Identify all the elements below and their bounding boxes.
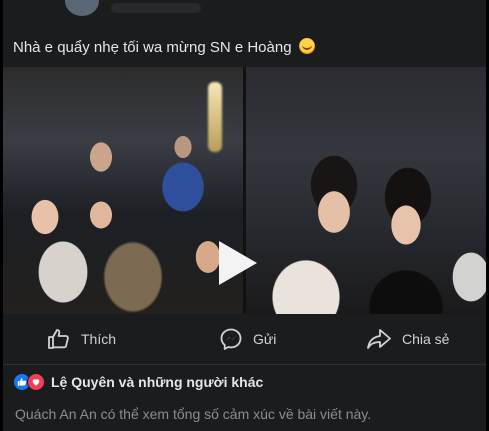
share-button[interactable]: Chia sẻ — [366, 326, 449, 352]
share-arrow-icon — [367, 329, 391, 349]
reactors-text: Lệ Quyên và những người khác — [51, 374, 264, 390]
reactions-visibility-note: Quách An An có thể xem tổng số cảm xúc v… — [15, 406, 372, 422]
post-video[interactable] — [3, 67, 486, 314]
action-bar: Thích Gửi Chia sẻ — [3, 314, 486, 365]
group-photo-left — [3, 67, 243, 314]
caption-text: Nhà e quẩy nhẹ tối wa mừng SN e Hoàng — [13, 39, 292, 56]
author-name-cropped[interactable] — [111, 3, 201, 13]
post-caption: Nhà e quẩy nhẹ tối wa mừng SN e Hoàng — [13, 38, 476, 58]
like-label: Thích — [81, 331, 117, 347]
smiling-face-with-hearts-icon — [298, 38, 315, 54]
post-card: Nhà e quẩy nhẹ tối wa mừng SN e Hoàng Th… — [3, 0, 486, 431]
thumbs-up-icon — [48, 329, 69, 349]
author-avatar[interactable] — [65, 0, 99, 16]
love-icon — [27, 373, 45, 391]
post-header — [3, 0, 486, 18]
share-label: Chia sẻ — [402, 331, 450, 347]
play-icon[interactable] — [219, 241, 257, 285]
reaction-summary[interactable]: Lệ Quyên và những người khác — [13, 373, 263, 391]
two-women-photo-right — [246, 67, 486, 314]
like-button[interactable]: Thích — [47, 326, 116, 352]
send-button[interactable]: Gửi — [219, 326, 276, 352]
send-label: Gửi — [253, 331, 277, 347]
messenger-icon — [220, 328, 242, 350]
